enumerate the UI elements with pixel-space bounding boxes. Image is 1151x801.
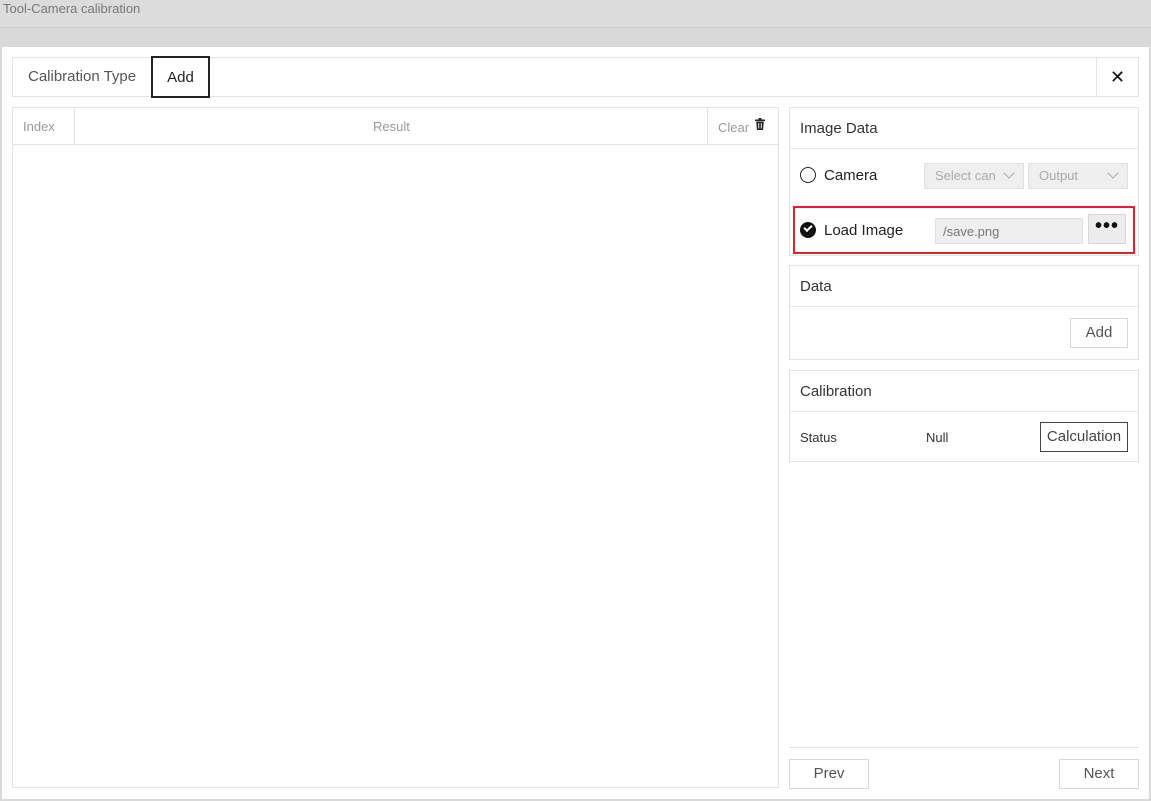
title-bar: Tool-Camera calibration [0, 0, 1151, 28]
camera-label[interactable]: Camera [824, 167, 877, 184]
status-label: Status [800, 430, 837, 445]
calibration-panel: Calibration Status Null Calculation [789, 370, 1139, 462]
prev-button[interactable]: Prev [789, 759, 869, 789]
column-result: Result [373, 119, 410, 134]
image-path-input[interactable] [935, 218, 1083, 244]
data-panel: Data Add [789, 265, 1139, 360]
trash-icon[interactable] [755, 118, 765, 130]
tab-bar: Calibration Type Add ✕ [12, 56, 1139, 98]
column-divider [74, 108, 75, 144]
camera-option: Camera Select can Output [790, 156, 1138, 200]
window-title: Tool-Camera calibration [3, 1, 141, 16]
load-image-option: Load Image ••• [793, 206, 1135, 254]
camera-select[interactable]: Select can [924, 163, 1024, 189]
output-select[interactable]: Output [1028, 163, 1128, 189]
output-select-value: Output [1039, 168, 1079, 183]
more-icon: ••• [1094, 215, 1119, 237]
chevron-down-icon [1003, 167, 1015, 179]
status-value: Null [926, 430, 949, 445]
chevron-down-icon [1107, 167, 1119, 179]
calibration-window: Calibration Type Add ✕ Index Result Clea… [2, 47, 1149, 799]
tab-calibration-type[interactable]: Calibration Type [28, 58, 136, 96]
data-title: Data [790, 266, 1138, 307]
browse-button[interactable]: ••• [1088, 214, 1126, 244]
image-data-title: Image Data [790, 108, 1138, 149]
results-table: Index Result Clear [12, 107, 779, 788]
camera-radio[interactable] [800, 167, 816, 183]
clear-button[interactable]: Clear [718, 120, 749, 135]
add-data-button[interactable]: Add [1070, 318, 1128, 348]
camera-select-value: Select can [935, 168, 996, 183]
load-image-radio[interactable] [800, 222, 816, 238]
image-data-panel: Image Data Camera Select can Output Load… [789, 107, 1139, 256]
column-divider [707, 108, 708, 144]
close-button[interactable]: ✕ [1096, 58, 1138, 96]
calculation-button[interactable]: Calculation [1040, 422, 1128, 452]
check-icon [803, 222, 813, 233]
column-index: Index [23, 119, 55, 134]
close-icon: ✕ [1109, 67, 1126, 87]
load-image-label[interactable]: Load Image [824, 222, 903, 239]
footer-divider [789, 747, 1139, 748]
table-header: Index Result Clear [13, 108, 778, 145]
next-button[interactable]: Next [1059, 759, 1139, 789]
tab-add[interactable]: Add [151, 56, 210, 98]
calibration-title: Calibration [790, 371, 1138, 412]
